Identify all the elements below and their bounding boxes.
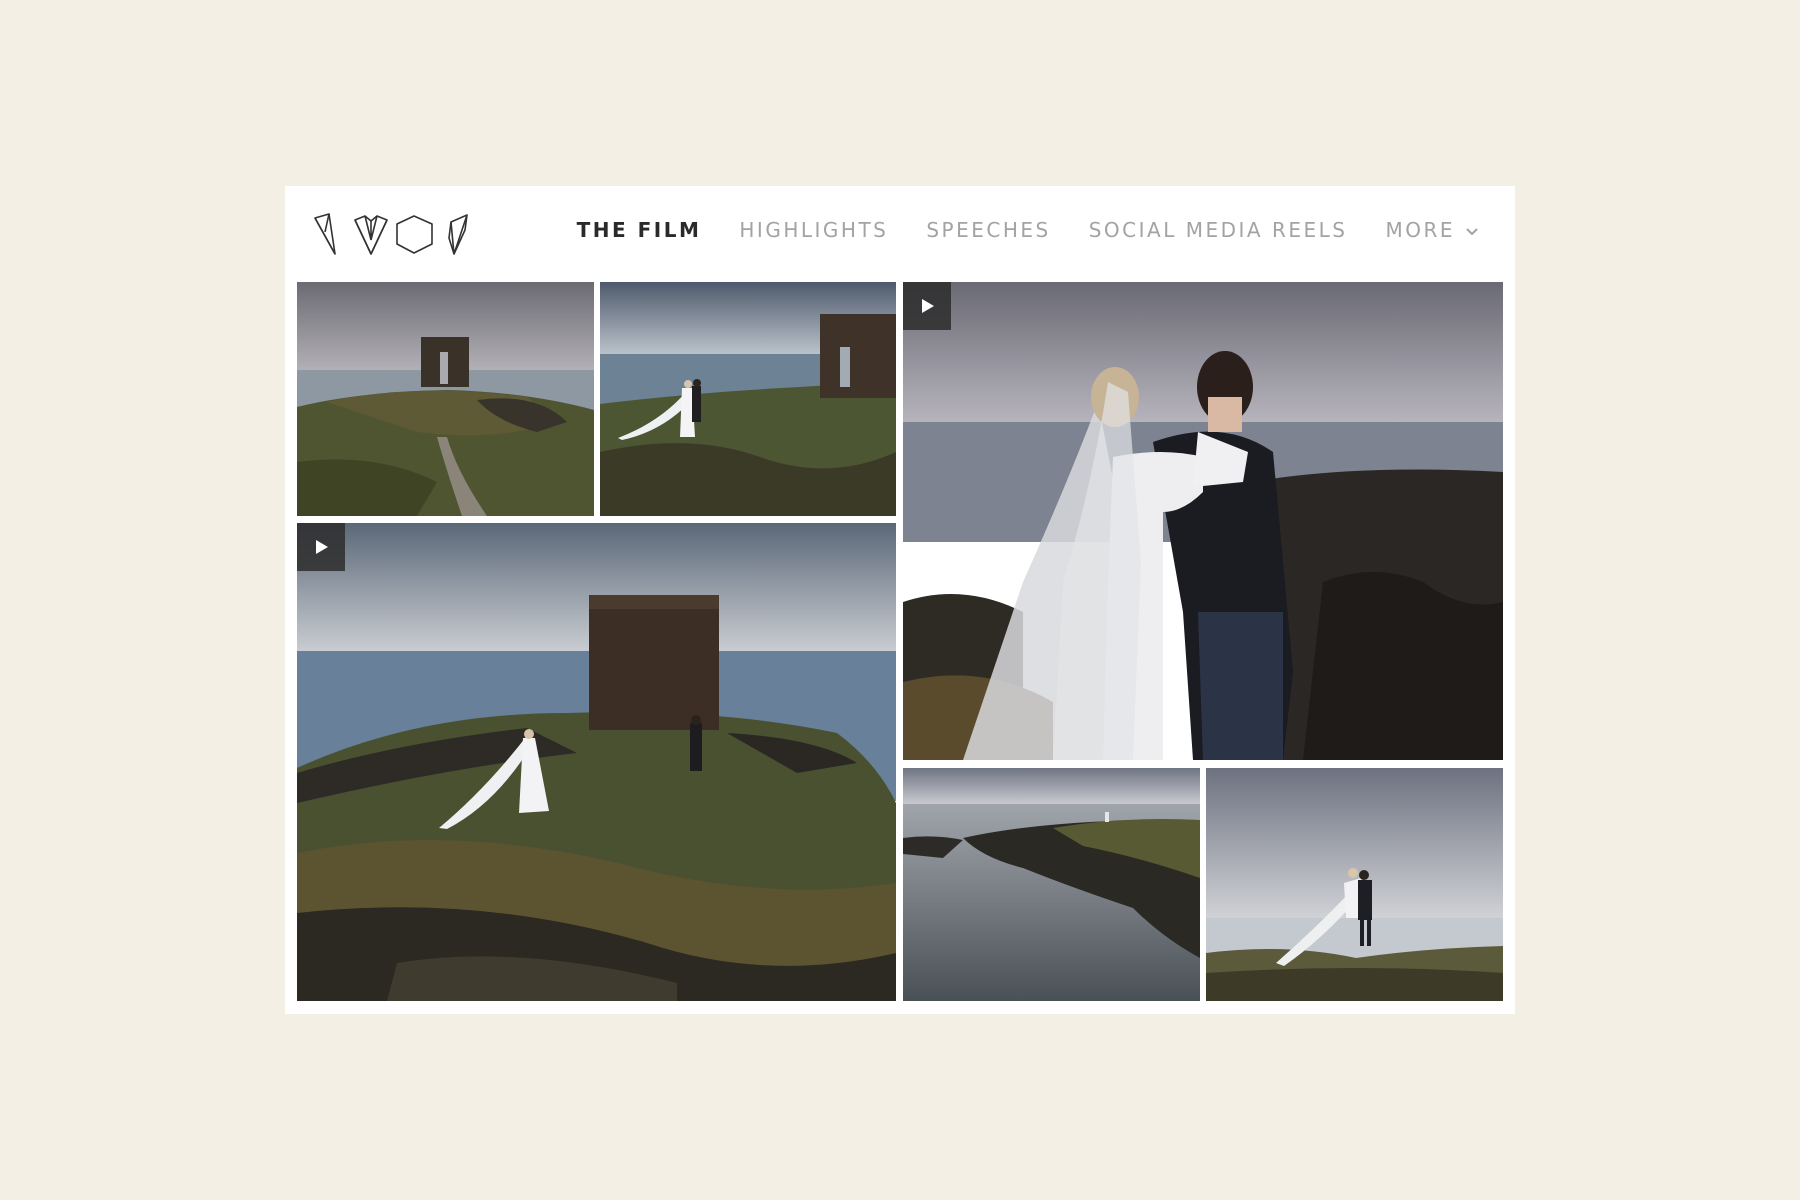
tower-path-photo[interactable] [297, 282, 594, 516]
nav-social-media-reels[interactable]: SOCIAL MEDIA REELS [1089, 218, 1348, 242]
coastline-photo[interactable] [903, 768, 1200, 1001]
tower-path-image [297, 282, 594, 516]
nav-speeches-label: SPEECHES [926, 218, 1051, 242]
couple-by-tower-photo[interactable] [600, 282, 896, 516]
nav-social-media-reels-label: SOCIAL MEDIA REELS [1088, 218, 1348, 242]
play-icon [316, 540, 328, 554]
couple-closeup-image [903, 282, 1503, 760]
aerial-tower-image [297, 523, 896, 1001]
couple-closeup-video[interactable] [903, 282, 1503, 760]
brand-logo-mark [314, 213, 468, 255]
nav-the-film[interactable]: THE FILM [577, 218, 702, 242]
couple-lift-photo[interactable] [1206, 768, 1503, 1001]
play-icon [922, 299, 934, 313]
play-button[interactable] [297, 523, 345, 571]
nav-speeches[interactable]: SPEECHES [926, 218, 1050, 242]
heart-facet-icon [354, 215, 388, 255]
nav-more-label: MORE [1385, 218, 1455, 242]
nav-more-dropdown[interactable]: MORE [1385, 218, 1479, 242]
aerial-tower-video[interactable] [297, 523, 896, 1001]
crystal-icon [448, 214, 468, 255]
pen-nib-icon [314, 213, 336, 255]
play-button[interactable] [903, 282, 951, 330]
hexagon-icon [396, 215, 433, 254]
video-gallery-card: THE FILM HIGHLIGHTS SPEECHES SOCIAL MEDI… [285, 186, 1515, 1014]
nav-the-film-label: THE FILM [576, 218, 702, 242]
nav-highlights-label: HIGHLIGHTS [739, 218, 889, 242]
top-navigation-bar: THE FILM HIGHLIGHTS SPEECHES SOCIAL MEDI… [285, 186, 1515, 282]
chevron-down-icon [1465, 218, 1479, 242]
main-nav: THE FILM HIGHLIGHTS SPEECHES SOCIAL MEDI… [577, 218, 1479, 242]
nav-highlights[interactable]: HIGHLIGHTS [739, 218, 888, 242]
couple-lift-image [1206, 768, 1503, 1001]
coastline-image [903, 768, 1200, 1001]
brand-logo[interactable] [311, 212, 501, 258]
couple-by-tower-image [600, 282, 896, 516]
